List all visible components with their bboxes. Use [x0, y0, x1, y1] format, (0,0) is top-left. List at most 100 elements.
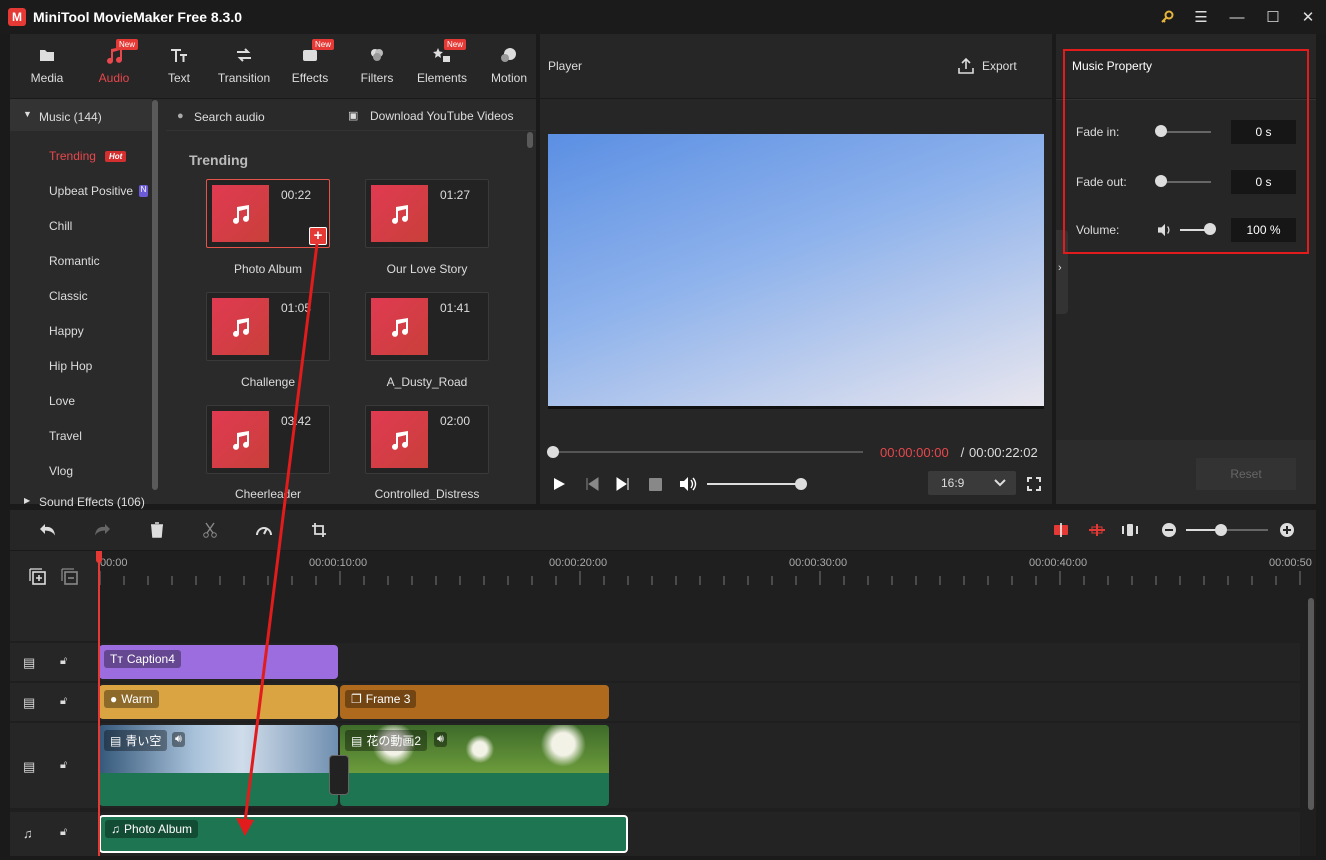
split-icon[interactable] [200, 520, 220, 540]
lock-icon[interactable]: 🔓︎ [60, 826, 67, 839]
lock-icon[interactable]: 🔓︎ [60, 695, 67, 708]
audio-clip-label: Photo Album [124, 822, 193, 836]
audio-clip[interactable]: ♫ Photo Album [99, 815, 628, 853]
category-sound-effects[interactable]: Sound Effects (106) [39, 495, 145, 509]
category-scrollbar[interactable] [152, 100, 158, 490]
ruler-label: 00:00:20:00 [549, 557, 608, 569]
music-category-header[interactable]: Music (144) [39, 110, 102, 124]
timeline-header-controls [10, 551, 98, 641]
download-youtube-button[interactable]: Download YouTube Videos [370, 109, 513, 123]
minimize-icon[interactable]: — [1226, 6, 1248, 28]
remove-track-icon[interactable] [60, 567, 80, 587]
crop-icon[interactable] [309, 520, 329, 540]
fullscreen-icon[interactable] [1027, 477, 1041, 491]
lock-icon[interactable]: 🔓︎ [60, 759, 67, 772]
category-trending[interactable]: Trending [49, 149, 96, 163]
category-romantic[interactable]: Romantic [49, 254, 100, 268]
music-tile-name: Controlled_Distress [374, 487, 480, 500]
video-clip-2[interactable]: ▤ 花の動画2 🔊︎ [340, 725, 609, 806]
add-to-timeline-button[interactable]: + [309, 227, 327, 245]
tab-transition[interactable]: Transition [212, 34, 276, 98]
search-input[interactable]: Search audio [194, 110, 265, 124]
playhead-handle[interactable] [96, 551, 102, 563]
music-note-icon [232, 317, 249, 337]
key-icon[interactable] [1156, 6, 1178, 28]
play-icon[interactable] [552, 477, 566, 491]
caption-clip[interactable]: Tт Caption4 [99, 645, 338, 679]
fit-timeline-icon[interactable] [1120, 520, 1140, 540]
category-travel[interactable]: Travel [49, 429, 82, 443]
library-scrollbar[interactable] [527, 132, 533, 148]
previous-frame-icon[interactable] [585, 477, 599, 491]
category-love[interactable]: Love [49, 394, 75, 408]
speed-icon[interactable] [254, 520, 274, 540]
chevron-down-icon [994, 479, 1006, 487]
category-upbeat-positive[interactable]: Upbeat Positive [49, 184, 133, 198]
transition-marker[interactable] [329, 755, 349, 795]
menu-icon[interactable]: ☰ [1190, 6, 1212, 28]
category-hip-hop[interactable]: Hip Hop [49, 359, 92, 373]
zoom-handle[interactable] [1215, 524, 1227, 536]
music-tile[interactable]: 02:00 [365, 405, 489, 474]
aspect-ratio-select[interactable]: 16:9 [928, 471, 1016, 495]
timeline-scrollbar[interactable] [1308, 598, 1314, 810]
music-tile[interactable]: 01:27 [365, 179, 489, 248]
tab-effects[interactable]: New Effects [278, 34, 342, 98]
music-tile-name: Challenge [240, 375, 296, 389]
music-thumbnail [371, 298, 428, 355]
reset-button[interactable]: Reset [1196, 458, 1296, 490]
player-volume-handle[interactable] [795, 478, 807, 490]
close-icon[interactable]: ✕ [1297, 6, 1319, 28]
frame-clip[interactable]: ❐ Frame 3 [340, 685, 609, 719]
seek-bar[interactable] [553, 451, 863, 453]
delete-icon[interactable] [147, 520, 167, 540]
tab-filters[interactable]: Filters [345, 34, 409, 98]
tab-audio[interactable]: New Audio [82, 34, 146, 98]
video-preview [548, 134, 1044, 406]
snap-icon[interactable] [1051, 520, 1071, 540]
volume-icon[interactable] [679, 476, 697, 492]
caret-down-icon: ▼ [23, 109, 32, 119]
frame-clip-label: Frame 3 [365, 692, 411, 706]
music-thumbnail [212, 185, 269, 242]
ruler-label: 00:00:10:00 [309, 557, 368, 569]
seek-handle[interactable] [547, 446, 559, 458]
add-track-icon[interactable] [28, 567, 48, 587]
category-happy[interactable]: Happy [49, 324, 84, 338]
undo-icon[interactable] [38, 520, 58, 540]
preview-bottom-border [548, 406, 1044, 409]
category-classic[interactable]: Classic [49, 289, 88, 303]
new-badge: New [116, 39, 139, 50]
redo-icon[interactable] [92, 520, 112, 540]
tab-motion[interactable]: Motion [477, 34, 541, 98]
next-frame-icon[interactable] [616, 477, 630, 491]
tab-elements[interactable]: New Elements [410, 34, 474, 98]
stop-icon[interactable] [649, 478, 662, 491]
maximize-icon[interactable]: ☐ [1262, 6, 1284, 28]
music-note-icon [391, 430, 408, 450]
music-tile[interactable]: 00:22 + [206, 179, 330, 248]
export-button[interactable]: Export [982, 59, 1017, 73]
playhead[interactable] [98, 551, 100, 856]
music-tile[interactable]: 01:41 [365, 292, 489, 361]
text-icon [171, 49, 187, 62]
music-note-icon [232, 204, 249, 224]
zoom-out-icon[interactable] [1159, 520, 1179, 540]
tab-text[interactable]: Text [147, 34, 211, 98]
caption-clip-label: Caption4 [126, 652, 175, 666]
music-tile[interactable]: 01:05 [206, 292, 330, 361]
ruler-label: 00:00:40:00 [1029, 557, 1088, 569]
filter-clip[interactable]: ● Warm [99, 685, 338, 719]
music-tile[interactable]: 03:42 [206, 405, 330, 474]
video-clip-1[interactable]: ▤ 青い空 🔊︎ [99, 725, 338, 806]
ruler-label: 00:00:30:00 [789, 557, 848, 569]
tab-media[interactable]: Media [15, 34, 79, 98]
category-chill[interactable]: Chill [49, 219, 72, 233]
frame-icon: ❐ [351, 692, 362, 706]
player-volume-slider[interactable] [707, 483, 802, 485]
music-thumbnail [212, 411, 269, 468]
split-track-icon[interactable] [1087, 520, 1107, 540]
category-vlog[interactable]: Vlog [49, 464, 73, 478]
lock-icon[interactable]: 🔓︎ [60, 655, 67, 668]
zoom-in-icon[interactable] [1277, 520, 1297, 540]
